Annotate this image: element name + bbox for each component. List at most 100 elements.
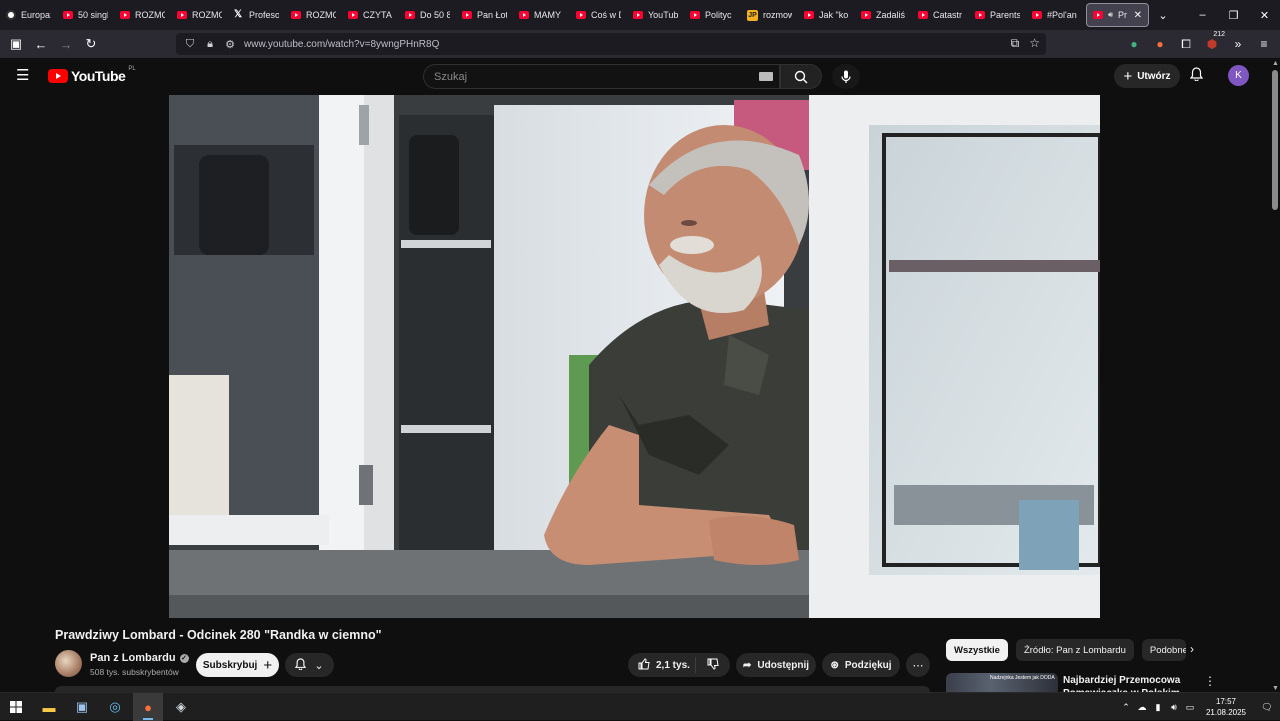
ublock-icon[interactable]: ⬢ 212 [1202, 31, 1226, 54]
onedrive-icon[interactable]: ☁ [1134, 702, 1150, 713]
computer-icon[interactable]: ▣ [72, 697, 92, 717]
steam-icon[interactable]: ◎ [105, 697, 125, 717]
channel-avatar[interactable] [55, 650, 82, 677]
tab-active[interactable]: 🔊︎ Pra ✕ [1086, 3, 1149, 27]
account-avatar[interactable]: K [1228, 65, 1249, 86]
browser-tab[interactable]: Coś w D [570, 0, 627, 30]
like-dislike-group: 2,1 tys. [628, 653, 730, 677]
chip-similar[interactable]: Podobne [1141, 639, 1186, 661]
back-icon[interactable]: ← [29, 32, 53, 56]
channel-name-text[interactable]: Pan z Lombardu [90, 652, 176, 664]
address-bar[interactable]: ⛉ 🔒︎ ⚙ www.youtube.com/watch?v=8ywngPHnR… [176, 33, 1046, 55]
youtube-icon [63, 11, 73, 19]
browser-tab[interactable]: MAMY [513, 0, 570, 30]
youtube-icon [975, 11, 985, 19]
browser-tab[interactable]: ROZMO [114, 0, 171, 30]
forward-icon[interactable]: → [54, 32, 78, 56]
browser-tab[interactable]: 𝕏 Profeso [228, 0, 285, 30]
youtube-icon [405, 11, 415, 19]
browser-tab[interactable]: Catastr [912, 0, 969, 30]
tab-label: Coś w D [591, 10, 621, 20]
fox-extension-icon[interactable]: ● [1150, 34, 1170, 54]
browser-tab[interactable]: Europa: [0, 0, 57, 30]
notifications-icon[interactable]: 🗨︎ [1254, 702, 1280, 713]
more-actions-icon[interactable]: ⋯ [906, 653, 930, 677]
volume-icon[interactable]: 🔊︎ [1166, 702, 1182, 713]
tab-list: Europa: 50 singl ROZMO ROZMO 𝕏 Profeso ROZMO CZ… [0, 0, 1083, 30]
browser-tab[interactable]: ROZMO [285, 0, 342, 30]
tray-overflow-icon[interactable]: ⌃ [1118, 702, 1134, 713]
vpn-extension-icon[interactable]: ● [1124, 34, 1144, 54]
browser-tab[interactable]: YouTub [627, 0, 684, 30]
subscribe-button[interactable]: Subskrybuj + [196, 653, 279, 677]
tab-label: ROZMO [306, 10, 336, 20]
list-all-tabs-icon[interactable]: ⌄ [1152, 9, 1174, 22]
shield-icon[interactable]: ⛉ [184, 38, 196, 51]
windows-start-icon[interactable] [6, 697, 26, 717]
like-button[interactable]: 2,1 tys. [628, 657, 696, 673]
verified-check-icon: ✓ [179, 653, 189, 663]
keyboard-icon[interactable] [759, 72, 773, 81]
maximize-icon[interactable]: ❐ [1218, 0, 1249, 30]
picture-in-picture-icon[interactable]: ⧉ [1011, 36, 1020, 51]
channel-name[interactable]: Pan z Lombardu ✓ [90, 652, 189, 664]
url-text[interactable]: www.youtube.com/watch?v=8ywngPHnR8Q [244, 39, 439, 50]
chip-all[interactable]: Wszystkie [946, 639, 1008, 661]
permissions-icon[interactable]: ⚙ [224, 38, 236, 51]
share-icon: ➦ [742, 659, 752, 671]
kebab-menu-icon[interactable]: ⋮ [1204, 674, 1216, 688]
search-placeholder: Szukaj [434, 70, 468, 83]
share-button[interactable]: ➦ Udostępnij [736, 653, 816, 677]
tab-label: ROZMO [135, 10, 165, 20]
browser-tab[interactable]: CZYTA [342, 0, 399, 30]
notification-settings-button[interactable]: ⌄ [285, 653, 334, 677]
minimize-icon[interactable]: – [1187, 0, 1218, 30]
dislike-button[interactable] [696, 658, 730, 673]
notifications-bell-icon[interactable] [1189, 67, 1204, 84]
bookmark-star-icon[interactable]: ☆ [1029, 36, 1040, 51]
thanks-button[interactable]: ⊛ Podziękuj [822, 653, 900, 677]
browser-tab[interactable]: #Pol'an [1026, 0, 1083, 30]
browser-tab[interactable]: Zadaliś [855, 0, 912, 30]
create-button[interactable]: + Utwórz [1114, 64, 1180, 88]
recommended-thumbnail[interactable]: Nadzejnka Jestem jak DODA [946, 673, 1058, 692]
overflow-chevrons-icon[interactable]: » [1228, 34, 1248, 54]
speaker-icon: 🔊︎ [1108, 10, 1114, 19]
browser-tab[interactable]: Polityc [684, 0, 741, 30]
browser-tab[interactable]: Do 50 8 [399, 0, 456, 30]
search-button[interactable] [780, 64, 822, 89]
file-explorer-icon[interactable]: ▬ [39, 697, 59, 717]
scrollbar-thumb[interactable] [1272, 70, 1278, 210]
chip-source[interactable]: Źródło: Pan z Lombardu [1015, 639, 1134, 661]
firefox-icon[interactable]: ● [138, 697, 158, 717]
youtube-logo[interactable]: YouTube PL [48, 66, 136, 84]
video-player[interactable] [169, 95, 1100, 618]
close-tab-icon[interactable]: ✕ [1134, 10, 1142, 21]
lock-icon[interactable]: 🔒︎ [204, 38, 216, 51]
scroll-down-icon[interactable]: ▼ [1272, 685, 1279, 692]
browser-tab[interactable]: Jak "ko [798, 0, 855, 30]
youtube-icon [462, 11, 472, 19]
extensions-icon[interactable]: ⧠ [1176, 34, 1196, 54]
usb-icon[interactable]: ▮ [1150, 702, 1166, 713]
page-scrollbar[interactable]: ▲ ▼ [1270, 58, 1280, 692]
search-input[interactable]: Szukaj [423, 64, 780, 89]
tab-label: MAMY [534, 10, 561, 20]
clock[interactable]: 17:57 21.08.2025 [1202, 696, 1250, 718]
app-menu-icon[interactable]: ≡ [1254, 34, 1274, 54]
voice-search-button[interactable] [832, 64, 860, 89]
browser-tab[interactable]: 50 singl [57, 0, 114, 30]
hamburger-menu-icon[interactable]: ☰ [16, 68, 32, 83]
chevron-right-icon[interactable]: › [1190, 642, 1194, 656]
browser-tab[interactable]: ROZMO [171, 0, 228, 30]
close-window-icon[interactable]: ✕ [1249, 0, 1280, 30]
sidebar-toggle-icon[interactable]: ▣ [4, 32, 28, 56]
browser-tab[interactable]: Pan Łot [456, 0, 513, 30]
app-icon[interactable]: ◈ [171, 697, 191, 717]
network-icon[interactable]: ▭ [1182, 702, 1198, 713]
scroll-up-icon[interactable]: ▲ [1272, 60, 1279, 67]
recommended-title[interactable]: Najbardziej Przemocowa Pomawiaczka w Pol… [1063, 674, 1193, 692]
browser-tab[interactable]: JP rozmow [741, 0, 798, 30]
reload-icon[interactable]: ↻ [79, 32, 103, 56]
browser-tab[interactable]: Parents [969, 0, 1026, 30]
